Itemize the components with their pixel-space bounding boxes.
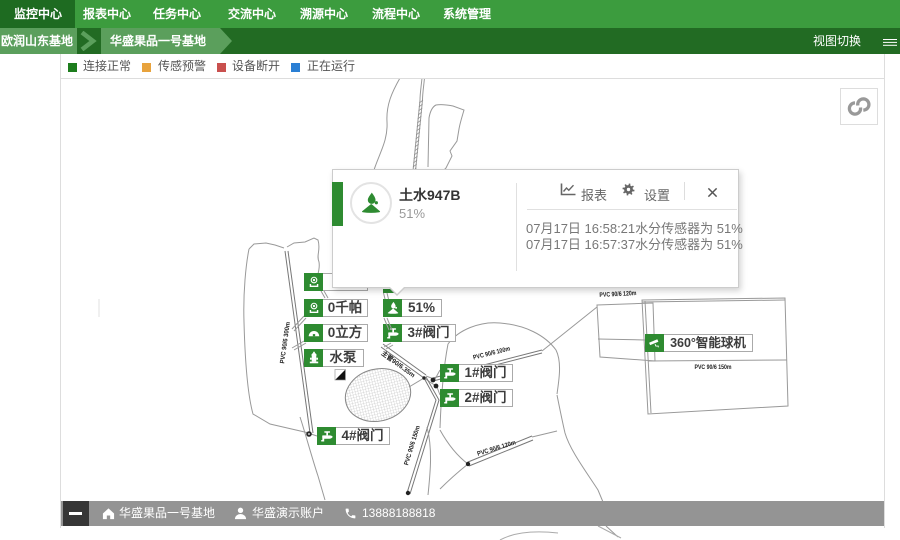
svg-text:PVC 90/6 150m: PVC 90/6 150m [695,364,732,371]
svg-text:PVC 90/6 300m: PVC 90/6 300m [279,321,292,364]
svg-text:PVC 90/6 150m: PVC 90/6 150m [403,425,422,466]
svg-text:PVC 90/6 120m: PVC 90/6 120m [599,290,636,299]
